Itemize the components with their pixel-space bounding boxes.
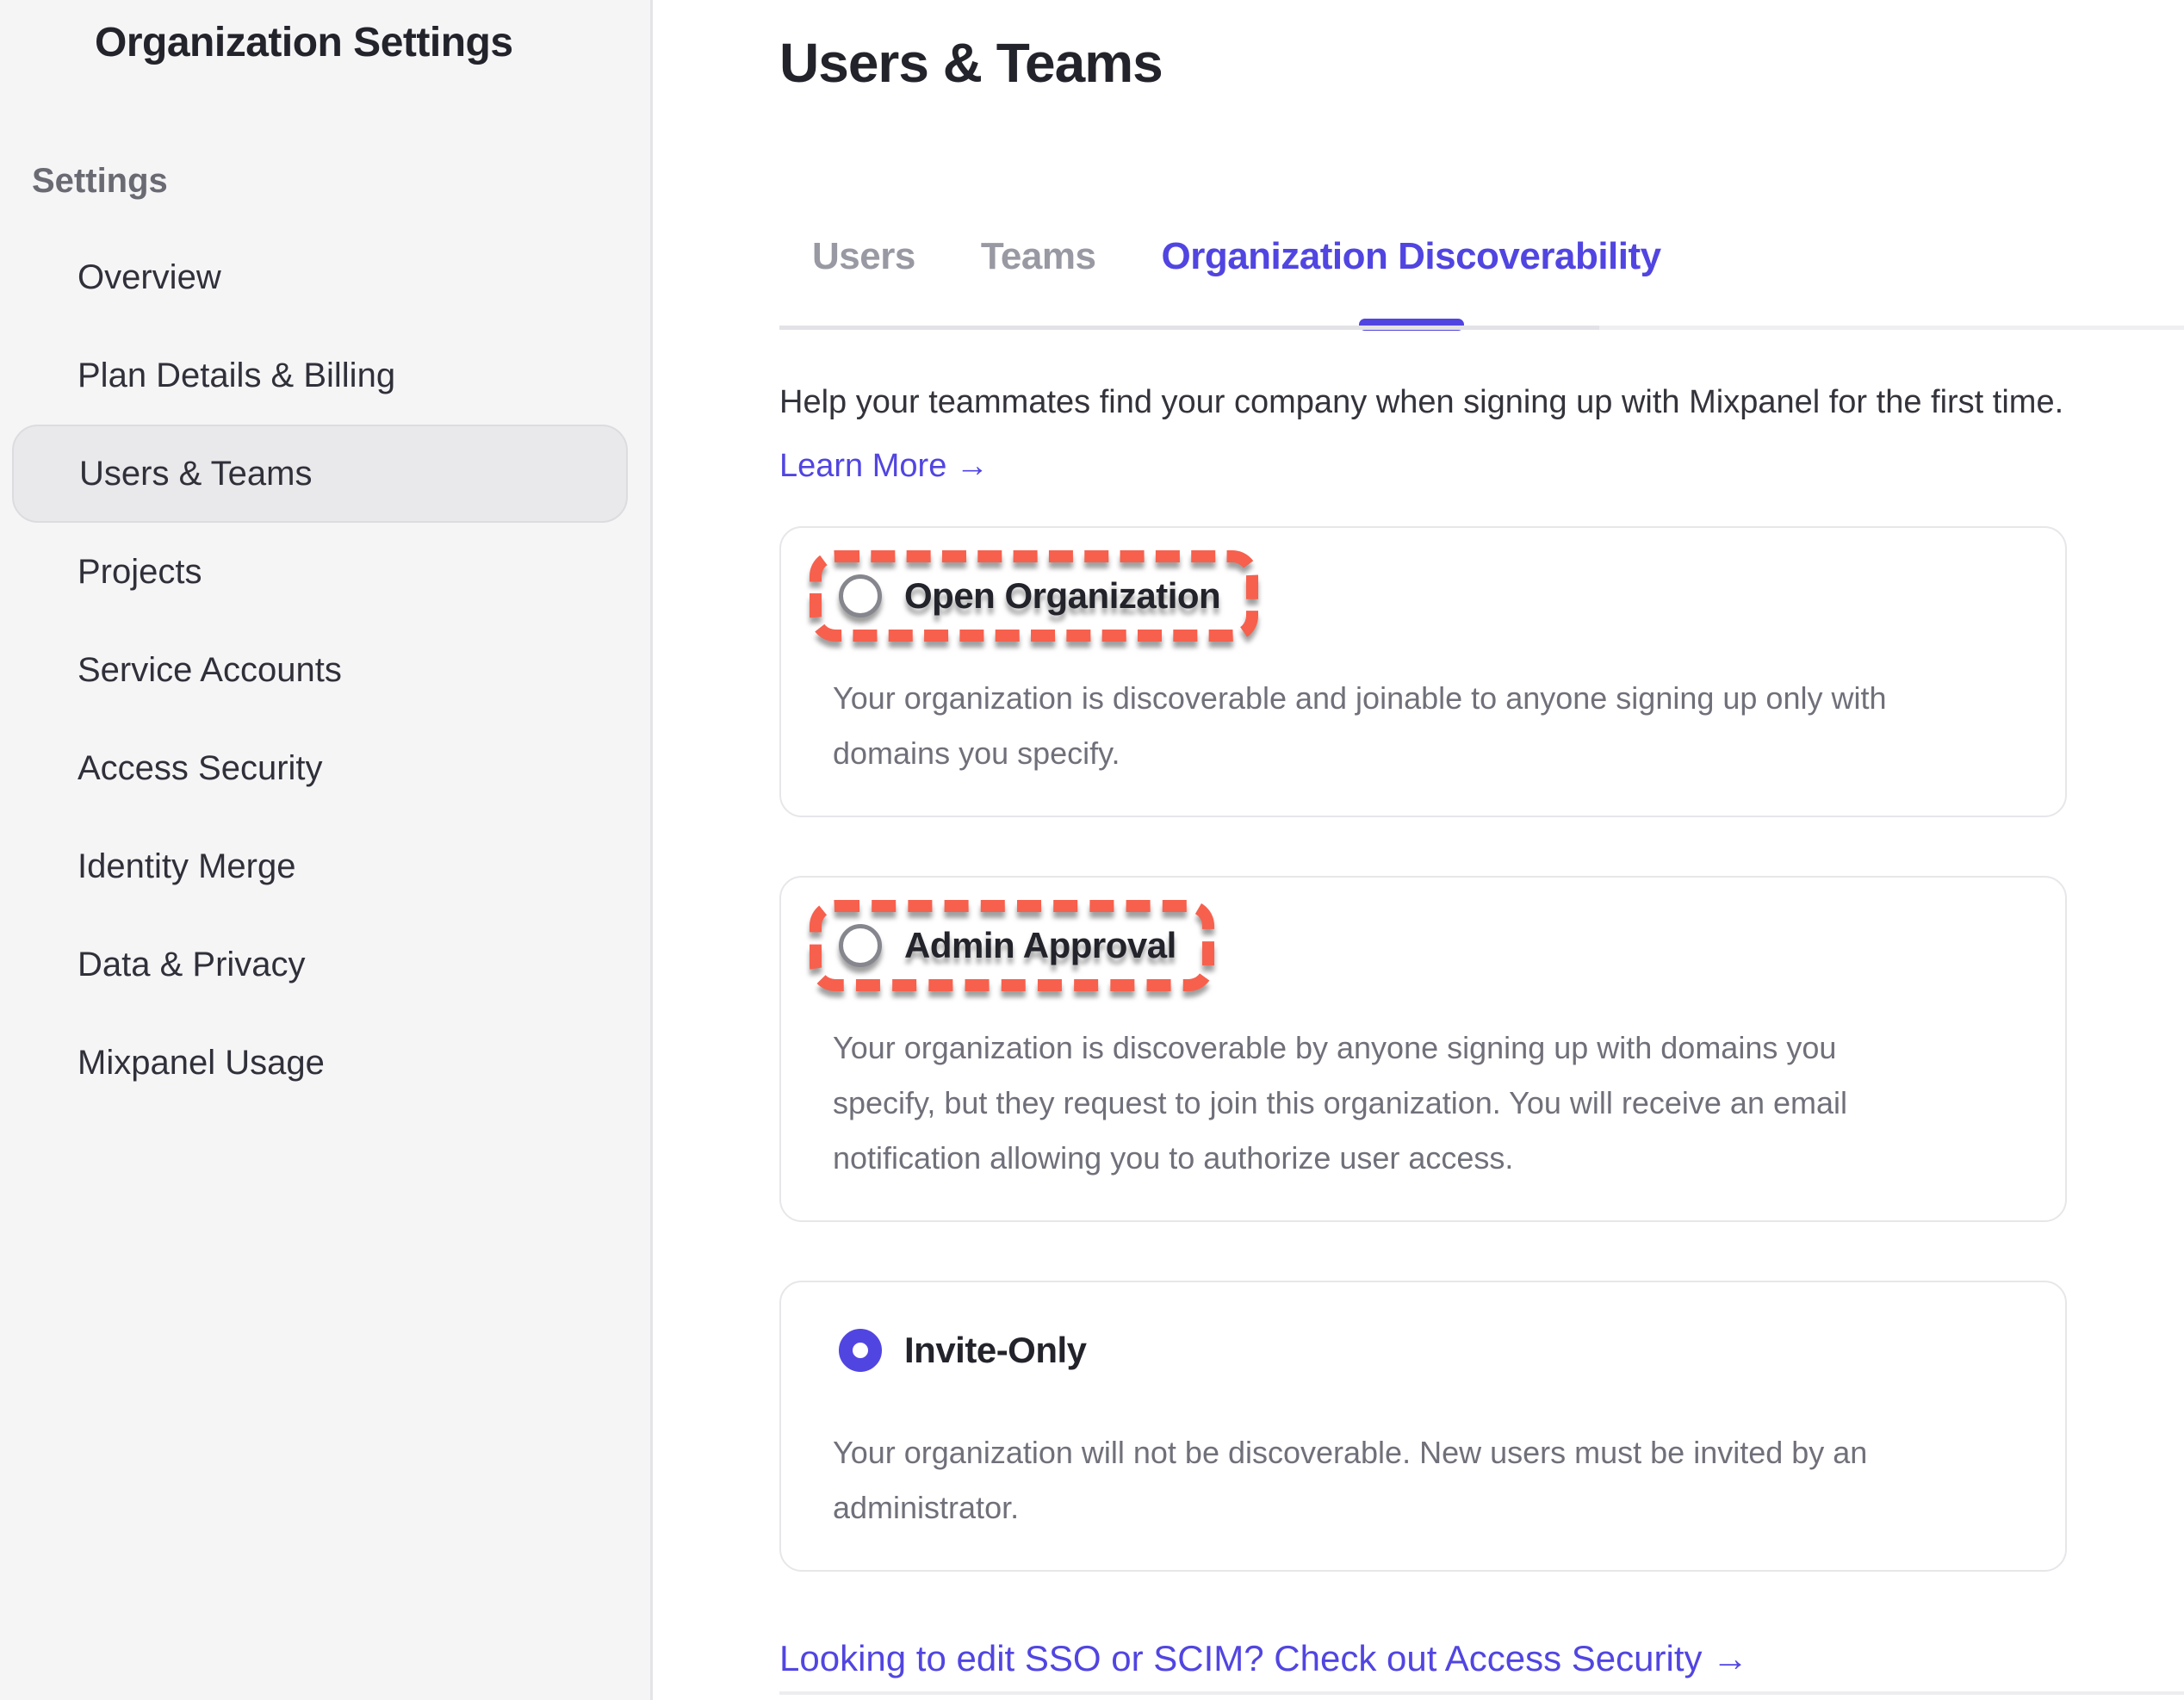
sidebar-nav-item[interactable]: Data & Privacy	[0, 915, 650, 1014]
sidebar-nav: Overview Plan Details & Billing Users & …	[0, 228, 650, 1112]
sidebar-nav-item[interactable]: Access Security	[0, 719, 650, 817]
sidebar-nav-item-label: Projects	[78, 553, 202, 592]
tab[interactable]: Teams	[948, 231, 1129, 282]
page-title: Users & Teams	[779, 31, 1163, 95]
tab-label: Users	[812, 235, 915, 278]
option-card: Admin Approval Your organization is disc…	[779, 876, 2067, 1222]
sidebar-nav-item[interactable]: Identity Merge	[0, 817, 650, 915]
radio-button[interactable]	[839, 924, 882, 967]
sidebar-title: Organization Settings	[95, 19, 513, 66]
option-description: Your organization is discoverable and jo…	[833, 671, 2039, 781]
sidebar-nav-item[interactable]: Overview	[0, 228, 650, 326]
sidebar-nav-item[interactable]: Service Accounts	[0, 621, 650, 719]
learn-more-link[interactable]: Learn More →	[779, 448, 989, 485]
option-description: Your organization will not be discoverab…	[833, 1425, 2039, 1536]
tab[interactable]: Users	[779, 231, 948, 282]
discoverability-options: Open Organization Your organization is d…	[779, 526, 2067, 1630]
option-description: Your organization is discoverable by any…	[833, 1021, 2039, 1186]
option-radio-row[interactable]: Invite-Only	[810, 1305, 1125, 1396]
option-radio-row[interactable]: Admin Approval	[810, 900, 1214, 991]
sidebar-nav-item-label: Data & Privacy	[78, 946, 306, 984]
tab-underline	[779, 326, 1599, 330]
sidebar-nav-item-label: Identity Merge	[78, 847, 295, 886]
tab-label: Teams	[981, 235, 1096, 278]
option-card: Invite-Only Your organization will not b…	[779, 1281, 2067, 1572]
radio-button[interactable]	[839, 1329, 882, 1372]
sidebar-section-label: Settings	[32, 162, 168, 201]
option-label: Admin Approval	[904, 925, 1176, 966]
sidebar-nav-item-label: Plan Details & Billing	[78, 357, 395, 395]
sidebar-nav-item-label: Service Accounts	[78, 651, 342, 690]
sidebar-nav-item[interactable]: Projects	[0, 523, 650, 621]
option-radio-row[interactable]: Open Organization	[810, 550, 1258, 642]
tab[interactable]: Organization Discoverability	[1128, 231, 1693, 282]
sidebar: Organization Settings Settings Overview …	[0, 0, 653, 1700]
access-security-link[interactable]: Looking to edit SSO or SCIM? Check out A…	[779, 1638, 1748, 1679]
sidebar-nav-item[interactable]: Users & Teams	[12, 425, 628, 523]
sidebar-nav-item-label: Overview	[78, 258, 221, 297]
sidebar-nav-item[interactable]: Mixpanel Usage	[0, 1014, 650, 1112]
sidebar-nav-item-label: Access Security	[78, 749, 323, 788]
bottom-divider	[779, 1691, 2184, 1695]
tab-underline-light	[1599, 326, 2184, 330]
radio-button[interactable]	[839, 574, 882, 617]
option-card: Open Organization Your organization is d…	[779, 526, 2067, 817]
tab-bar: Users Teams Organization Discoverability	[779, 231, 1694, 282]
sidebar-nav-item-label: Users & Teams	[79, 455, 312, 493]
intro-text: Help your teammates find your company wh…	[779, 384, 2063, 421]
option-label: Open Organization	[904, 575, 1220, 617]
option-label: Invite-Only	[904, 1330, 1087, 1371]
sidebar-nav-item-label: Mixpanel Usage	[78, 1044, 325, 1083]
tab-label: Organization Discoverability	[1161, 235, 1660, 278]
sidebar-nav-item[interactable]: Plan Details & Billing	[0, 326, 650, 425]
